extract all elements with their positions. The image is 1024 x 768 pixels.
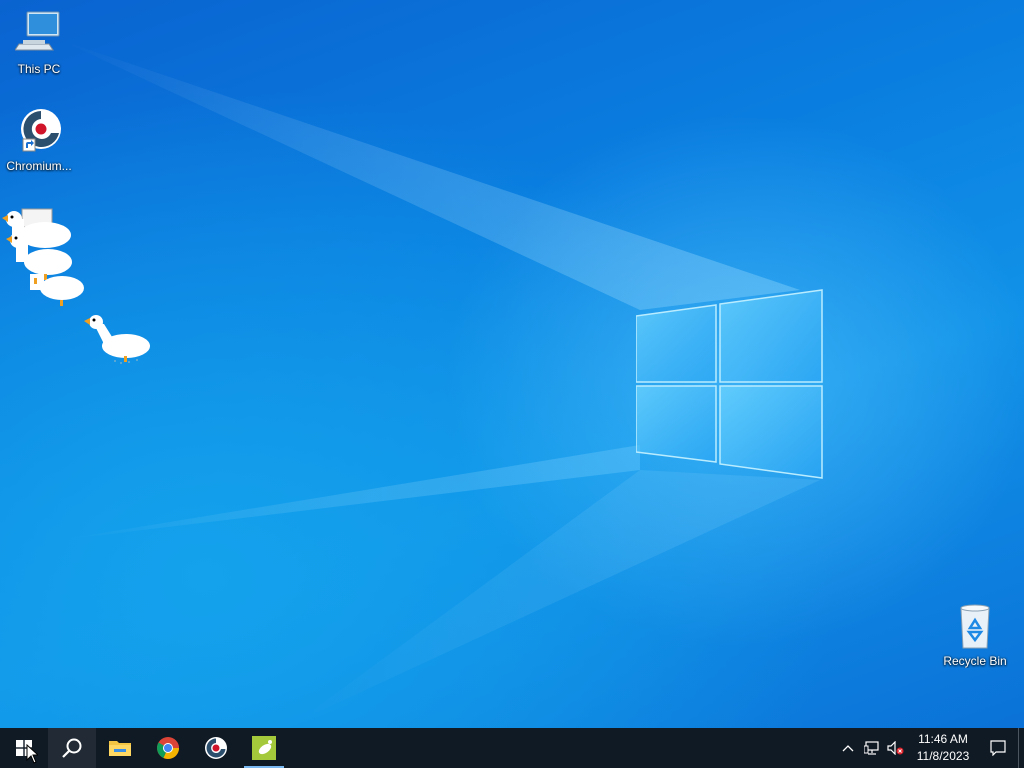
speaker-muted-icon [887,741,904,755]
mouse-cursor-icon [26,744,38,764]
search-icon [62,738,82,758]
clock[interactable]: 11:46 AM 11/8/2023 [908,731,978,765]
recycle-bin-icon [951,602,999,650]
system-tray: 11:46 AM 11/8/2023 [836,728,1024,768]
volume-button[interactable] [884,728,908,768]
start-button[interactable] [0,728,48,768]
clock-date: 11/8/2023 [916,749,970,763]
clock-time: 11:46 AM [918,732,968,746]
computer-icon [14,10,63,58]
desktop-icon-label: This PC [17,62,61,76]
action-center-button[interactable] [978,728,1018,768]
chevron-up-icon [842,745,854,752]
chrome-button[interactable] [144,728,192,768]
file-explorer-button[interactable] [96,728,144,768]
desktop-icon-label: Recycle Bin [943,654,1007,668]
chrome-icon [157,737,179,759]
chromium-icon [205,737,227,759]
desktop-icon-recycle-bin[interactable]: Recycle Bin [937,602,1013,668]
desktop-icon-chromium[interactable]: Chromium... [1,107,77,173]
show-hidden-icons-button[interactable] [836,728,860,768]
action-center-icon [990,740,1006,756]
search-button[interactable] [48,728,96,768]
goose-sprite[interactable] [20,258,90,308]
goose-sprite[interactable] [84,310,154,368]
show-desktop-button[interactable] [1018,728,1024,768]
goose-app-icon [252,736,276,760]
network-icon [864,741,879,755]
taskbar: 11:46 AM 11/8/2023 [0,728,1024,768]
folder-icon [109,741,131,756]
desktop-icon-label: Chromium... [6,159,72,173]
desktop-goose-button[interactable] [240,728,288,768]
network-button[interactable] [860,728,884,768]
chromium-shortcut-icon [15,107,63,155]
windows-wallpaper-logo [636,289,823,479]
chromium-button[interactable] [192,728,240,768]
desktop-icon-this-pc[interactable]: This PC [1,10,77,76]
